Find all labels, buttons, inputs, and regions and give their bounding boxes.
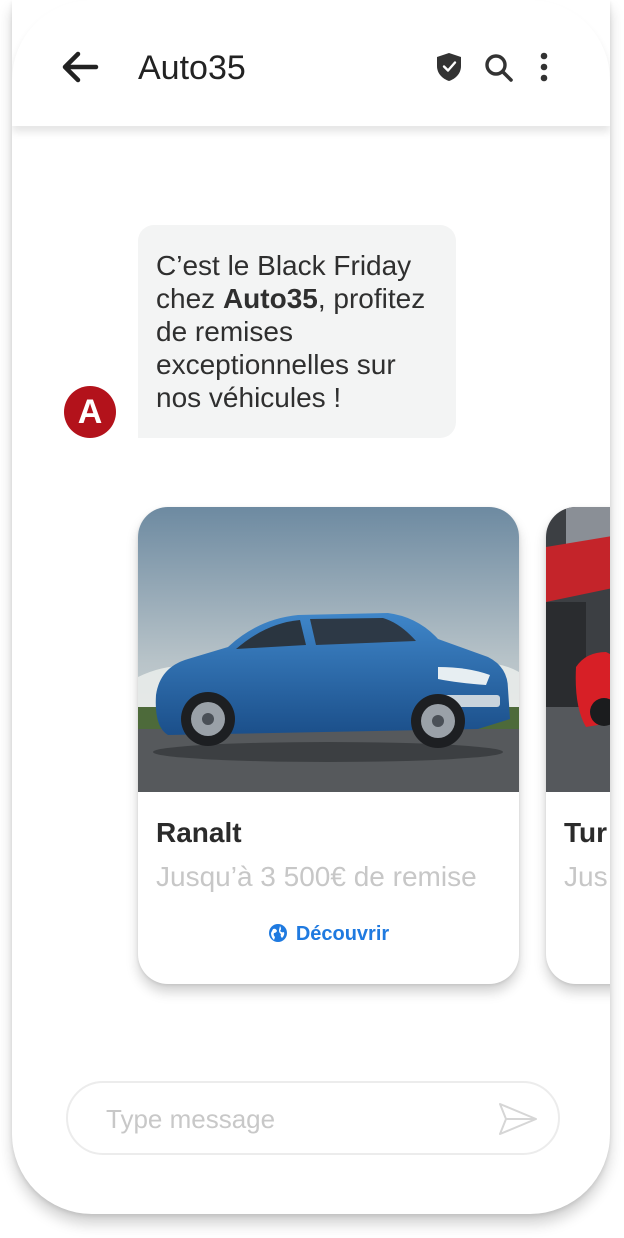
card-title: Ranalt bbox=[156, 817, 242, 848]
message-brand-name: Auto35 bbox=[222, 283, 318, 314]
search-icon[interactable] bbox=[484, 53, 514, 83]
conversation-title: Auto35 bbox=[138, 49, 246, 87]
card-subtitle: Jusqu’à 3 500€ de remise bbox=[156, 861, 477, 892]
sender-avatar: A bbox=[64, 386, 116, 438]
card-subtitle: Jus bbox=[564, 861, 608, 892]
red-car-image bbox=[546, 507, 610, 792]
message-bubble: C’est le Black Friday chez Auto35, profi… bbox=[138, 225, 456, 438]
carousel-card[interactable]: Tur Jus bbox=[546, 507, 610, 984]
message-input[interactable] bbox=[106, 1103, 476, 1135]
more-vertical-icon[interactable] bbox=[534, 52, 554, 82]
message-composer bbox=[66, 1081, 560, 1155]
blue-sedan-image bbox=[138, 507, 519, 792]
card-title: Tur bbox=[564, 817, 608, 848]
globe-icon bbox=[268, 924, 287, 942]
send-icon[interactable] bbox=[498, 1101, 538, 1137]
carousel-card[interactable]: Ranalt Jusqu’à 3 500€ de remise Découvri… bbox=[138, 507, 519, 984]
phone-screen: Auto35 C’est le Black Friday chez Auto35… bbox=[12, 0, 610, 1214]
discover-label: Découvrir bbox=[295, 923, 390, 945]
shield-check-icon bbox=[437, 53, 461, 81]
discover-button[interactable]: Découvrir bbox=[138, 923, 519, 946]
app-bar: Auto35 bbox=[12, 0, 610, 126]
arrow-left-icon[interactable] bbox=[60, 50, 100, 84]
